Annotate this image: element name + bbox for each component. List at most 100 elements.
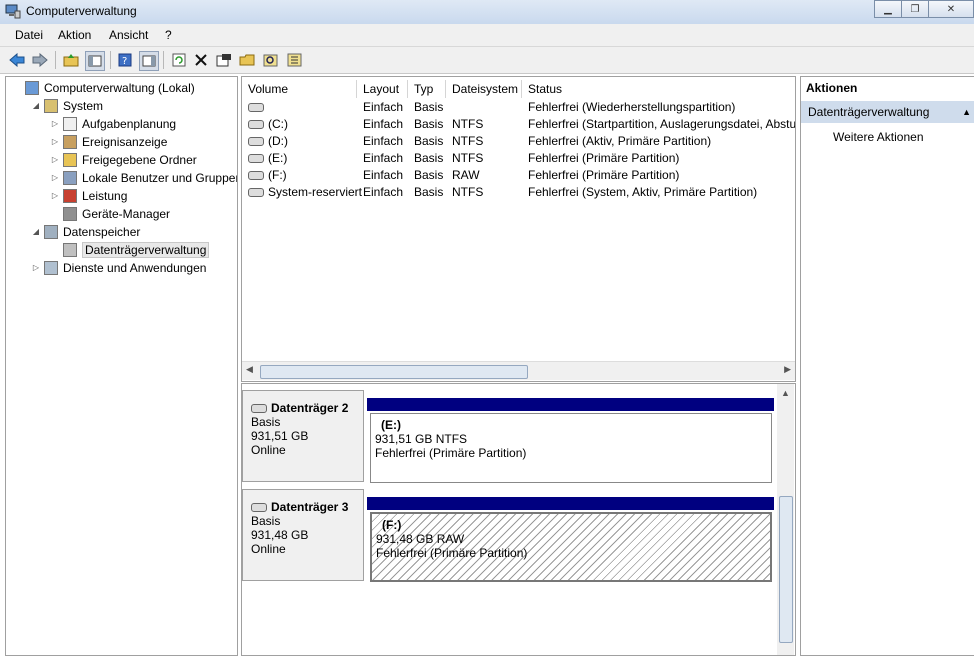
partition-f[interactable]: (F:) 931,48 GB RAW Fehlerfrei (Primäre P… (370, 512, 772, 582)
show-hide-action-pane-icon[interactable] (139, 51, 159, 71)
computer-icon (25, 80, 39, 95)
column-typ[interactable]: Typ (408, 80, 446, 98)
volume-icon (248, 171, 264, 181)
console-tree: Computerverwaltung (Lokal) ◢ System ▷ Aufgab… (5, 76, 238, 656)
cell-fs: NTFS (452, 185, 484, 199)
more-actions-link[interactable]: Weitere Aktionen (833, 130, 924, 144)
menu-ansicht[interactable]: Ansicht (109, 28, 148, 42)
expand-arrow-icon[interactable]: ▷ (50, 119, 60, 128)
tree-item[interactable]: ▷ Freigegebene Ordner (50, 151, 197, 168)
partition-header-bar (367, 398, 774, 411)
cell-typ: Basis (414, 117, 444, 131)
partition-status: Fehlerfrei (Primäre Partition) (376, 546, 528, 560)
scroll-right-icon[interactable]: ▶ (784, 364, 791, 375)
table-row[interactable]: System-reserviert Einfach Basis NTFS Fehlerf… (242, 184, 795, 201)
table-row[interactable]: Einfach Basis Fehlerfrei (Wiederherstellun… (242, 99, 795, 116)
menu-datei[interactable]: Datei (15, 28, 43, 42)
maximize-button[interactable]: ❐ (901, 0, 929, 18)
collapse-icon[interactable]: ▲ (962, 101, 971, 123)
close-button[interactable]: ✕ (928, 0, 974, 18)
disk-map: Datenträger 2 Basis 931,51 GB Online (E:… (241, 383, 796, 656)
storage-icon (44, 224, 58, 239)
computer-management-icon (5, 4, 21, 19)
up-folder-icon[interactable] (62, 51, 80, 69)
cell-fs: NTFS (452, 134, 484, 148)
cell-layout: Einfach (363, 117, 404, 131)
expand-arrow-icon[interactable]: ▷ (50, 137, 60, 146)
disk-management-icon (63, 242, 77, 257)
menu-aktion[interactable]: Aktion (58, 28, 91, 42)
horizontal-scroll-thumb[interactable] (260, 365, 528, 379)
disk-state: Online (251, 542, 286, 556)
volume-list: Volume Layout Typ Dateisystem Status Ein… (241, 76, 796, 382)
cell-volume: (E:) (248, 151, 287, 165)
back-icon[interactable] (8, 51, 26, 69)
cell-volume (248, 100, 268, 114)
forward-icon[interactable] (31, 51, 49, 69)
cell-status: Fehlerfrei (Primäre Partition) (528, 151, 680, 165)
column-dateisystem[interactable]: Dateisystem (446, 80, 522, 98)
menu-help[interactable]: ? (165, 28, 172, 42)
disk-settings-icon[interactable] (286, 51, 304, 69)
tree-item[interactable]: ▷ Lokale Benutzer und Gruppen (50, 169, 237, 186)
tree-item[interactable]: Datenträgerverwaltung (50, 241, 210, 258)
svg-text:?: ? (122, 56, 127, 67)
expand-arrow-icon[interactable]: ▷ (50, 173, 60, 182)
column-status[interactable]: Status (522, 80, 795, 98)
disk-state: Online (251, 443, 286, 457)
tree-item[interactable]: ◢ System (31, 97, 103, 114)
scroll-up-icon[interactable]: ▲ (781, 388, 790, 398)
delete-icon[interactable] (192, 51, 210, 69)
cell-volume: (C:) (248, 117, 288, 131)
table-row[interactable]: (D:) Einfach Basis NTFS Fehlerfrei (Aktiv, P… (242, 133, 795, 150)
horizontal-scrollbar[interactable]: ◀ ▶ (242, 361, 795, 380)
scroll-left-icon[interactable]: ◀ (246, 364, 253, 375)
minimize-button[interactable]: ▁ (874, 0, 902, 18)
cell-typ: Basis (414, 151, 444, 165)
column-layout[interactable]: Layout (357, 80, 408, 98)
tree-item[interactable]: Computerverwaltung (Lokal) (12, 79, 195, 96)
volume-label: System-reserviert (268, 185, 363, 199)
expand-arrow-icon[interactable]: ▷ (50, 155, 60, 164)
search-disk-icon[interactable] (262, 51, 280, 69)
tree-item-label: Geräte-Manager (82, 206, 171, 221)
volume-label: (F:) (268, 168, 287, 182)
cell-volume: System-reserviert (248, 185, 362, 199)
cell-fs: RAW (452, 168, 480, 182)
column-volume[interactable]: Volume (242, 80, 357, 98)
tree-item[interactable]: ▷ Aufgabenplanung (50, 115, 176, 132)
open-folder-icon[interactable] (238, 51, 256, 69)
table-row[interactable]: (F:) Einfach Basis RAW Fehlerfrei (Primäre P… (242, 167, 795, 184)
properties-icon[interactable] (215, 51, 233, 69)
show-hide-tree-icon[interactable] (85, 51, 105, 71)
help-icon[interactable]: ? (116, 51, 134, 69)
tree-item[interactable]: ▷ Ereignisanzeige (50, 133, 167, 150)
disk-type: Basis (251, 514, 281, 528)
actions-section-disk-management[interactable]: Datenträgerverwaltung ▲ (801, 101, 974, 123)
vertical-scrollbar[interactable]: ▲ (777, 384, 794, 655)
tree-item[interactable]: ◢ Datenspeicher (31, 223, 140, 240)
tree-item-label: Freigegebene Ordner (82, 152, 197, 167)
event-viewer-icon (63, 134, 77, 149)
expand-arrow-icon[interactable]: ◢ (31, 101, 41, 110)
cell-volume: (F:) (248, 168, 287, 182)
partition-e[interactable]: (E:) 931,51 GB NTFS Fehlerfrei (Primäre … (370, 413, 772, 483)
tree-item[interactable]: ▷ Leistung (50, 187, 127, 204)
disk-2-info[interactable]: Datenträger 2 Basis 931,51 GB Online (242, 390, 364, 482)
expand-arrow-icon[interactable]: ▷ (50, 191, 60, 200)
title-bar: Computerverwaltung ▁ ❐ ✕ (0, 0, 974, 24)
actions-header: Aktionen (806, 81, 858, 95)
expand-arrow-icon[interactable]: ◢ (31, 227, 41, 236)
tree-item[interactable]: ▷ Dienste und Anwendungen (31, 259, 206, 276)
refresh-icon[interactable] (170, 51, 188, 69)
actions-pane: Aktionen Datenträgerverwaltung ▲ Weitere… (800, 76, 974, 656)
disk-3-info[interactable]: Datenträger 3 Basis 931,48 GB Online (242, 489, 364, 581)
vertical-scroll-thumb[interactable] (779, 496, 793, 643)
tree-item[interactable]: Geräte-Manager (50, 205, 170, 222)
table-row[interactable]: (E:) Einfach Basis NTFS Fehlerfrei (Primäre … (242, 150, 795, 167)
cell-layout: Einfach (363, 168, 404, 182)
expand-arrow-icon[interactable]: ▷ (31, 263, 41, 272)
volume-icon (248, 154, 264, 164)
partition-size-fs: 931,48 GB RAW (376, 532, 465, 546)
table-row[interactable]: (C:) Einfach Basis NTFS Fehlerfrei (Startpar… (242, 116, 795, 133)
